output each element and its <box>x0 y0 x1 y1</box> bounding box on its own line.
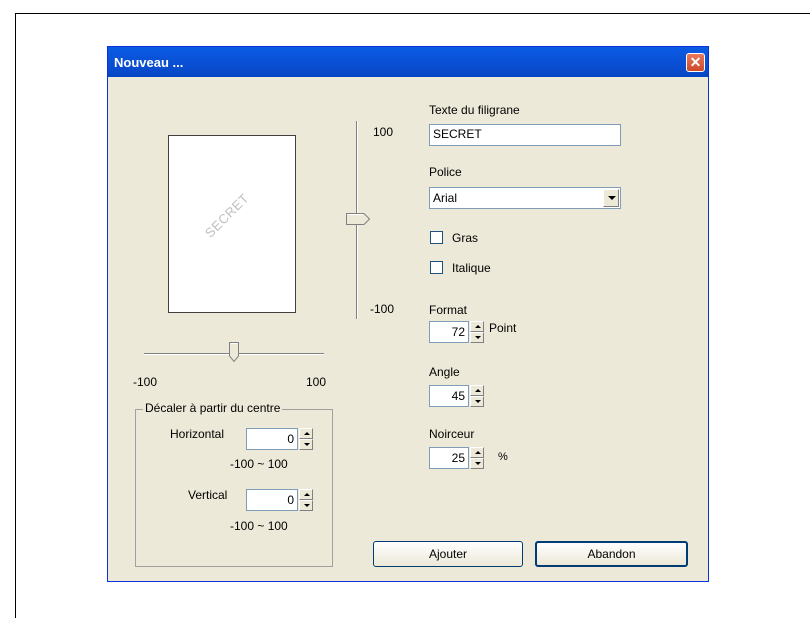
horizontal-offset-range: -100 ~ 100 <box>230 457 288 471</box>
close-icon: ✕ <box>689 54 702 70</box>
frame-top-border <box>15 13 810 14</box>
darkness-unit: % <box>498 451 508 463</box>
chevron-down-icon[interactable] <box>603 189 619 207</box>
size-unit: Point <box>489 321 517 335</box>
angle-stepper[interactable]: 45 <box>429 385 485 407</box>
offset-group-legend: Décaler à partir du centre <box>143 401 283 415</box>
horizontal-offset-stepper[interactable]: 0 <box>246 428 314 450</box>
horizontal-offset-input[interactable]: 0 <box>246 428 298 450</box>
frame-left-border <box>15 13 16 618</box>
vertical-offset-up-button[interactable] <box>299 489 313 500</box>
vertical-slider-max-label: 100 <box>373 125 394 139</box>
window-title: Nouveau ... <box>114 55 184 70</box>
font-select[interactable]: Arial <box>429 187 621 209</box>
darkness-input[interactable]: 25 <box>429 447 469 469</box>
darkness-up-button[interactable] <box>470 447 484 458</box>
close-button[interactable]: ✕ <box>686 53 705 72</box>
horizontal-offset-down-button[interactable] <box>299 439 313 450</box>
horizontal-slider-thumb[interactable] <box>229 342 239 362</box>
vertical-slider-thumb[interactable] <box>346 213 370 225</box>
cancel-button[interactable]: Abandon <box>535 541 688 567</box>
horizontal-slider-max-label: 100 <box>306 375 327 389</box>
horizontal-offset-up-button[interactable] <box>299 428 313 439</box>
horizontal-slider-min-label: -100 <box>133 375 158 389</box>
italic-checkbox[interactable] <box>430 261 443 274</box>
font-select-value: Arial <box>433 191 458 205</box>
angle-down-button[interactable] <box>470 396 484 407</box>
size-input[interactable]: 72 <box>429 321 469 343</box>
angle-input[interactable]: 45 <box>429 385 469 407</box>
size-up-button[interactable] <box>470 321 484 332</box>
bold-label: Gras <box>452 231 479 245</box>
italic-label: Italique <box>452 261 491 275</box>
font-label: Police <box>429 165 462 179</box>
darkness-stepper[interactable]: 25 <box>429 447 485 469</box>
preview-watermark-text: SECRET <box>201 190 252 241</box>
add-button[interactable]: Ajouter <box>373 541 523 567</box>
watermark-text-input[interactable]: SECRET <box>429 124 621 146</box>
title-bar[interactable]: Nouveau ... ✕ <box>108 47 708 77</box>
vertical-offset-range: -100 ~ 100 <box>230 519 288 533</box>
darkness-label: Noirceur <box>429 427 475 441</box>
vertical-offset-stepper[interactable]: 0 <box>246 489 314 511</box>
size-stepper[interactable]: 72 <box>429 321 485 343</box>
vertical-offset-down-button[interactable] <box>299 500 313 511</box>
vertical-offset-input[interactable]: 0 <box>246 489 298 511</box>
size-label: Format <box>429 303 468 317</box>
vertical-offset-label: Vertical <box>188 488 228 502</box>
watermark-preview: SECRET <box>168 135 296 313</box>
angle-up-button[interactable] <box>470 385 484 396</box>
darkness-down-button[interactable] <box>470 458 484 469</box>
angle-label: Angle <box>429 365 460 379</box>
watermark-dialog: Nouveau ... ✕ SECRET -100 100 100 -100 D… <box>107 46 709 582</box>
size-down-button[interactable] <box>470 332 484 343</box>
horizontal-offset-label: Horizontal <box>170 427 225 441</box>
bold-checkbox[interactable] <box>430 231 443 244</box>
watermark-text-label: Texte du filigrane <box>429 103 520 117</box>
vertical-slider-min-label: -100 <box>370 302 395 316</box>
